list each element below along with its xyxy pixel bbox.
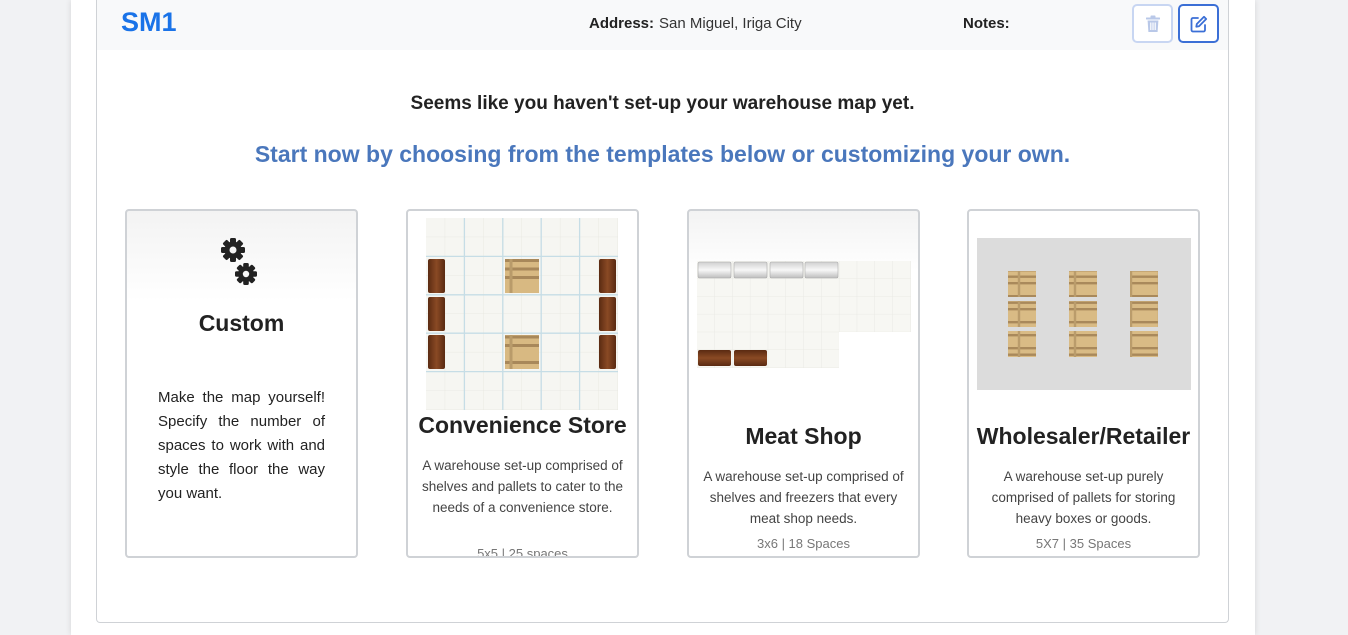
store-code: SM1 xyxy=(121,7,177,37)
template-description: A warehouse set-up purely comprised of p… xyxy=(991,469,1176,526)
template-prompt: Start now by choosing from the templates… xyxy=(254,141,1071,167)
template-title: Wholesaler/Retailer xyxy=(976,423,1191,449)
edit-icon xyxy=(1190,15,1207,32)
template-card-wholesaler-retailer[interactable]: Wholesaler/Retailer A warehouse set-up p… xyxy=(967,209,1200,558)
template-dimensions: 5x5 | 25 spaces xyxy=(477,546,568,558)
template-description: Make the map yourself! Specify the numbe… xyxy=(158,389,325,502)
trash-icon xyxy=(1145,15,1160,32)
template-card-meat-shop[interactable]: Meat Shop A warehouse set-up comprised o… xyxy=(687,209,920,558)
warehouse-header: SM1 Address: San Miguel, Iriga City Notes… xyxy=(97,0,1228,50)
gears-icon xyxy=(215,233,265,289)
template-title: Custom xyxy=(198,310,285,336)
template-card-convenience-store[interactable]: Convenience Store A warehouse set-up com… xyxy=(406,209,639,558)
template-dimensions: 5X7 | 35 Spaces xyxy=(1035,536,1132,551)
warehouse-card: SM1 Address: San Miguel, Iriga City Notes… xyxy=(96,0,1229,623)
template-description: A warehouse set-up comprised of shelves … xyxy=(703,469,904,526)
template-card-custom[interactable]: Custom Make the map yourself! Specify th… xyxy=(125,209,358,558)
edit-button[interactable] xyxy=(1178,4,1219,43)
wholesaler-preview xyxy=(977,238,1191,395)
delete-button[interactable] xyxy=(1132,4,1173,43)
template-title: Convenience Store xyxy=(418,412,627,438)
notes-label: Notes: xyxy=(963,15,1010,32)
convenience-store-preview xyxy=(426,218,618,415)
template-title: Meat Shop xyxy=(745,423,862,449)
address-value: San Miguel, Iriga City xyxy=(659,15,802,32)
empty-map-message: Seems like you haven't set-up your wareh… xyxy=(410,93,915,114)
address-label: Address: xyxy=(589,15,655,32)
address: Address: San Miguel, Iriga City xyxy=(589,15,802,32)
meat-shop-preview xyxy=(697,261,911,374)
template-description: A warehouse set-up comprised of shelves … xyxy=(421,458,624,515)
template-dimensions: 3x6 | 18 Spaces xyxy=(757,536,850,551)
